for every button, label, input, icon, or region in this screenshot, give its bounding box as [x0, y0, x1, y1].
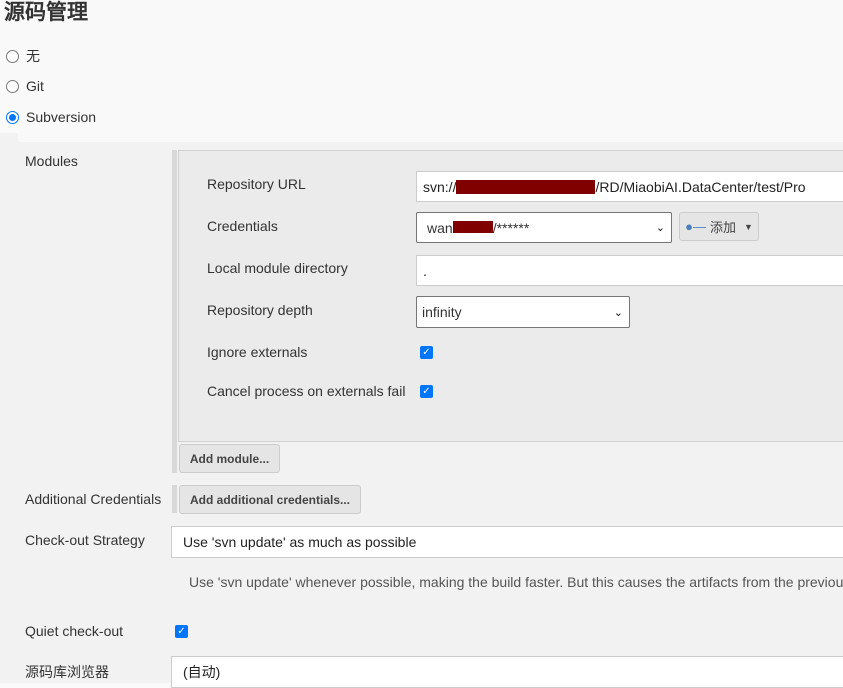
- add-module-button[interactable]: Add module...: [179, 444, 280, 473]
- chevron-down-icon: ⌄: [655, 222, 665, 234]
- radio-label: Git: [26, 78, 44, 94]
- checkout-strategy-select[interactable]: Use 'svn update' as much as possible: [171, 526, 843, 558]
- add-additional-credentials-button[interactable]: Add additional credentials...: [179, 485, 361, 514]
- radio-label: 无: [26, 48, 40, 64]
- radio-icon[interactable]: [6, 49, 19, 63]
- quiet-checkout-label: Quiet check-out: [25, 623, 124, 639]
- credentials-label: Credentials: [207, 218, 278, 234]
- url-suffix: /RD/MiaobiAI.DataCenter/test/Pro: [595, 178, 806, 195]
- repository-browser-select[interactable]: (自动): [171, 656, 843, 688]
- url-prefix: svn://: [423, 178, 457, 195]
- repository-browser-label: 源码库浏览器: [25, 664, 109, 680]
- depth-select[interactable]: infinity ⌄: [416, 296, 630, 328]
- local-dir-input[interactable]: .: [416, 255, 843, 286]
- checkout-help-text: Use 'svn update' whenever possible, maki…: [189, 574, 843, 590]
- quiet-checkout-checkbox[interactable]: ✓: [175, 625, 188, 638]
- add-credentials-button[interactable]: ●— 添加 ▼: [679, 212, 759, 241]
- modules-bar: [172, 150, 177, 473]
- redaction: [452, 220, 493, 233]
- cancel-externals-checkbox[interactable]: ✓: [420, 385, 433, 398]
- local-dir-label: Local module directory: [207, 260, 348, 276]
- scm-radio-git[interactable]: Git: [6, 78, 44, 94]
- cancel-externals-label: Cancel process on externals fail: [207, 383, 406, 399]
- scm-radio-subversion[interactable]: Subversion: [6, 109, 96, 125]
- repository-url-label: Repository URL: [207, 176, 306, 192]
- cred-suffix: /******: [492, 219, 530, 236]
- chevron-down-icon: ⌄: [613, 306, 623, 319]
- ignore-externals-checkbox[interactable]: ✓: [420, 346, 433, 359]
- modules-label: Modules: [25, 153, 78, 169]
- scm-radio-none[interactable]: 无: [6, 46, 40, 66]
- additional-credentials-label: Additional Credentials: [25, 491, 162, 507]
- add-label: 添加: [709, 220, 736, 235]
- radio-icon[interactable]: [6, 79, 19, 93]
- depth-label: Repository depth: [207, 302, 313, 318]
- redaction: [456, 179, 596, 194]
- cred-prefix: wan: [427, 219, 453, 236]
- page-title: 源码管理: [4, 1, 88, 24]
- ignore-externals-label: Ignore externals: [207, 344, 308, 360]
- checkout-strategy-label: Check-out Strategy: [25, 532, 145, 548]
- radio-icon[interactable]: [6, 110, 19, 124]
- credentials-select[interactable]: wan /****** ⌄: [416, 212, 672, 243]
- credentials-bar: [172, 485, 177, 513]
- depth-value: infinity: [422, 304, 462, 320]
- key-icon: ●—: [685, 219, 706, 234]
- repository-url-input[interactable]: svn:// /RD/MiaobiAI.DataCenter/test/Pro: [416, 171, 843, 202]
- radio-label: Subversion: [26, 109, 97, 125]
- caret-down-icon: ▼: [743, 221, 753, 232]
